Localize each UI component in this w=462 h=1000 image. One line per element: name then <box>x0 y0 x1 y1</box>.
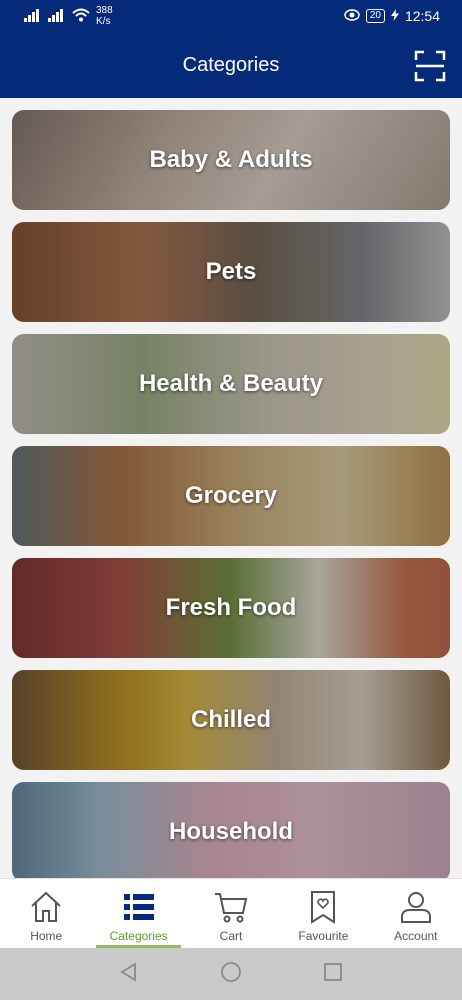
category-card-health-beauty[interactable]: Health & Beauty <box>12 334 450 434</box>
nav-categories[interactable]: Categories <box>92 879 184 948</box>
account-icon <box>400 892 431 923</box>
nav-favourite-label: Favourite <box>298 929 349 943</box>
category-label: Chilled <box>190 706 271 733</box>
scan-button[interactable] <box>414 50 446 82</box>
category-list: Baby & Adults Pets Health & Beauty Groce… <box>12 110 450 894</box>
system-nav-bar <box>0 948 462 1000</box>
wifi-icon <box>72 8 90 25</box>
favourite-icon <box>311 891 336 924</box>
nav-home[interactable]: Home <box>0 879 92 948</box>
category-card-baby-adults[interactable]: Baby & Adults <box>12 110 450 210</box>
net-speed-unit: K/s <box>96 16 111 27</box>
nav-categories-label: Categories <box>109 929 168 943</box>
clock: 12:54 <box>404 8 440 24</box>
back-icon <box>120 961 136 982</box>
nav-home-label: Home <box>30 929 63 943</box>
signal-icon <box>24 8 42 25</box>
nav-account[interactable]: Account <box>370 879 462 948</box>
eye-icon <box>344 8 360 24</box>
signal-icon-2 <box>48 8 66 25</box>
category-card-fresh-food[interactable]: Fresh Food <box>12 558 450 658</box>
cart-icon <box>215 893 248 923</box>
category-label: Pets <box>205 258 257 285</box>
nav-cart[interactable]: Cart <box>185 879 277 948</box>
circle-home-icon <box>221 961 241 982</box>
home-icon <box>31 891 61 922</box>
net-speed-value: 388 <box>96 5 113 16</box>
category-label: Household <box>169 818 293 845</box>
charging-icon <box>390 8 399 24</box>
category-card-pets[interactable]: Pets <box>12 222 450 322</box>
status-right: 20 12:54 <box>344 8 440 24</box>
back-button[interactable] <box>118 961 140 988</box>
battery-level: 20 <box>365 9 385 23</box>
category-card-chilled[interactable]: Chilled <box>12 670 450 770</box>
category-label: Baby & Adults <box>149 146 313 173</box>
status-left: 388 K/s <box>24 5 113 27</box>
net-speed: 388 K/s <box>96 5 113 27</box>
nav-account-label: Account <box>394 929 438 943</box>
category-card-grocery[interactable]: Grocery <box>12 446 450 546</box>
category-label: Grocery <box>184 482 278 509</box>
categories-icon <box>123 894 154 920</box>
page-title: Categories <box>182 54 280 76</box>
nav-cart-label: Cart <box>219 929 243 943</box>
status-bar: 388 K/s 20 12:54 <box>0 0 462 34</box>
category-label: Health & Beauty <box>138 370 324 397</box>
bottom-nav: Home Categories Cart Favourite Account <box>0 878 462 948</box>
scan-icon <box>414 50 446 82</box>
nav-favourite[interactable]: Favourite <box>277 879 369 948</box>
recents-button[interactable] <box>322 961 344 988</box>
app-bar: Categories <box>0 34 462 98</box>
square-recents-icon <box>324 962 342 981</box>
category-card-household[interactable]: Household <box>12 782 450 882</box>
home-system-button[interactable] <box>220 961 242 988</box>
category-label: Fresh Food <box>165 594 297 621</box>
